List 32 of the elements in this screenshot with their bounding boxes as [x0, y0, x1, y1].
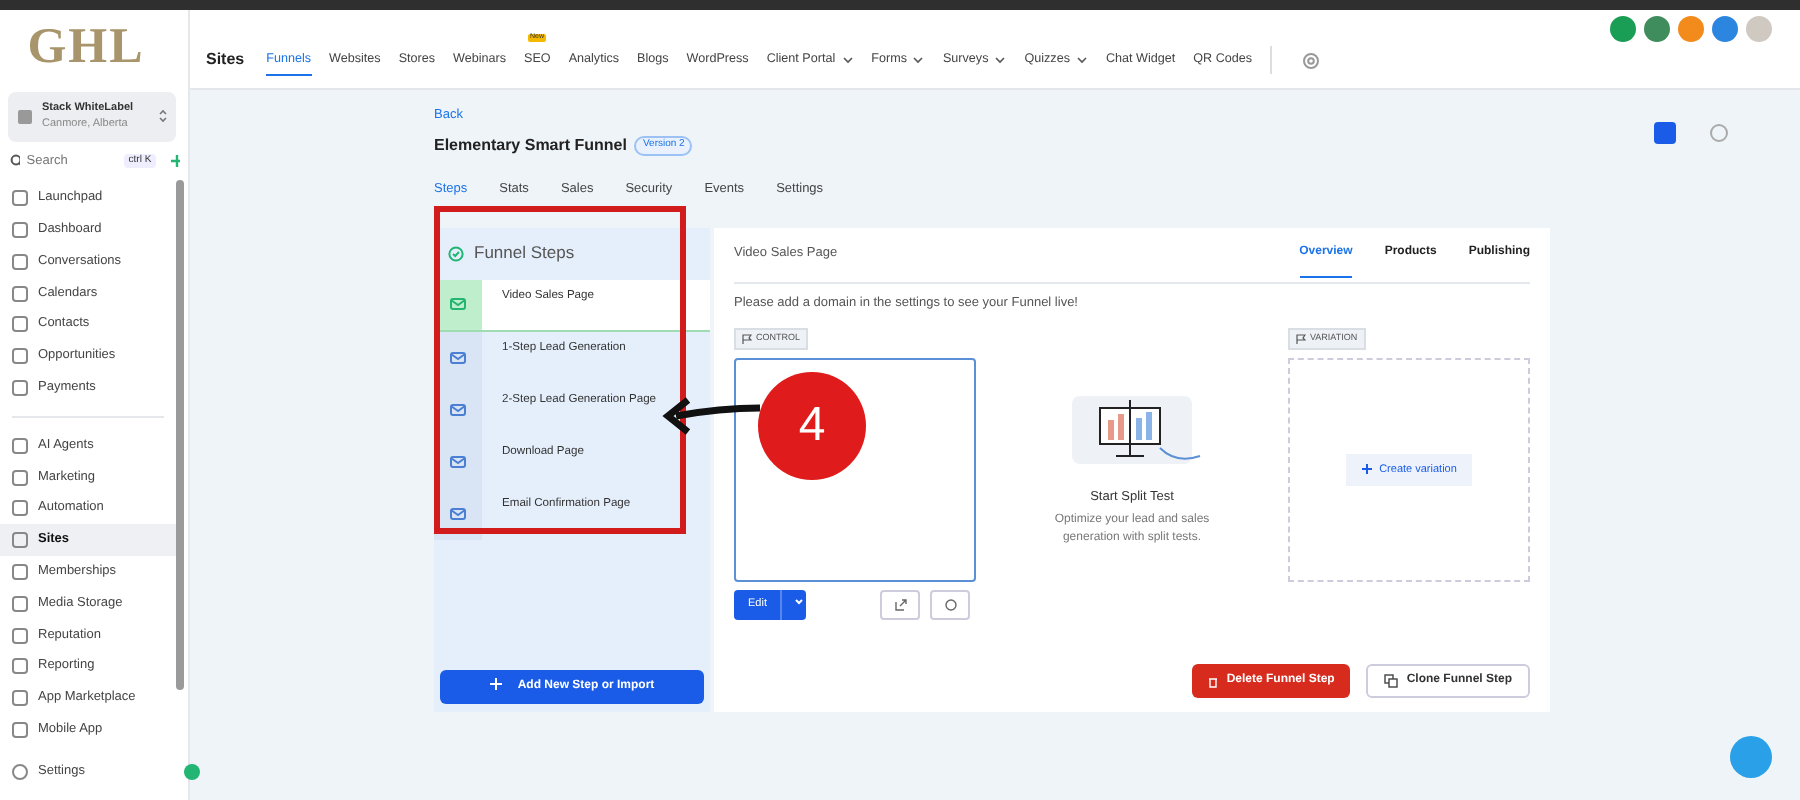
flag-icon	[1296, 333, 1306, 344]
caret-icon[interactable]	[994, 56, 1007, 64]
pointer-arrow	[660, 392, 764, 440]
notification-dot	[184, 764, 200, 780]
caret-icon[interactable]	[1075, 56, 1088, 64]
logo: GHL	[25, 18, 147, 78]
external-link-icon	[893, 598, 908, 612]
flag-icon	[742, 333, 752, 344]
envelope-icon	[450, 298, 466, 310]
funnel-title: Elementary Smart Funnel	[434, 133, 627, 158]
plus-icon	[489, 677, 502, 690]
caret-icon[interactable]	[912, 56, 925, 64]
envelope-icon	[450, 403, 466, 415]
plus-icon	[1361, 463, 1372, 474]
caret-icon[interactable]	[841, 56, 854, 64]
external-link-button[interactable]	[880, 590, 921, 620]
settings-button[interactable]	[930, 590, 971, 620]
feedback-button[interactable]	[1730, 736, 1772, 778]
scrollbar[interactable]	[176, 180, 184, 690]
plus-icon[interactable]	[169, 153, 180, 168]
steps-title: Funnel Steps	[474, 240, 575, 266]
copy-icon	[1384, 674, 1399, 688]
check-circle-icon	[448, 245, 464, 261]
chevron-icon	[158, 108, 168, 125]
trash-icon	[1208, 675, 1219, 687]
envelope-icon	[450, 507, 466, 519]
section-title: Sites	[206, 48, 245, 72]
share-button[interactable]	[1654, 122, 1676, 144]
envelope-icon	[450, 351, 466, 363]
dropdown-button[interactable]	[780, 590, 807, 620]
envelope-icon	[450, 455, 466, 467]
caret-icon	[794, 598, 805, 607]
